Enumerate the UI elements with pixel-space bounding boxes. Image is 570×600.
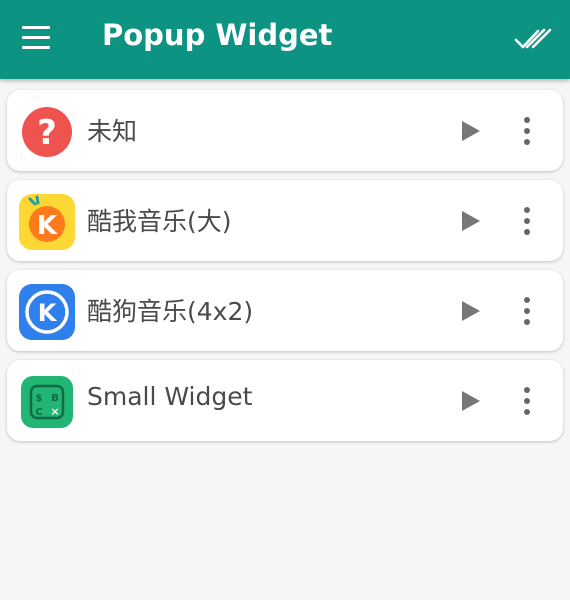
play-icon[interactable]: [458, 389, 482, 413]
more-vert-icon[interactable]: [516, 387, 538, 415]
widget-label: 酷我音乐(大): [87, 207, 232, 236]
widget-row[interactable]: K 酷狗音乐(4x2): [7, 270, 563, 351]
widget-row[interactable]: K 酷我音乐(大): [7, 180, 563, 261]
widget-label: 酷狗音乐(4x2): [87, 297, 254, 326]
more-vert-icon[interactable]: [516, 207, 538, 235]
play-icon[interactable]: [458, 119, 482, 143]
svg-text:$: $: [36, 393, 43, 404]
svg-text:K: K: [37, 211, 58, 241]
more-vert-icon[interactable]: [516, 297, 538, 325]
play-icon[interactable]: [458, 299, 482, 323]
svg-text:K: K: [38, 299, 58, 327]
svg-text:×: ×: [50, 405, 59, 418]
widget-row[interactable]: ? 未知: [7, 90, 563, 171]
widget-label: 未知: [87, 117, 138, 146]
more-vert-icon[interactable]: [516, 117, 538, 145]
widget-label: Small Widget: [87, 382, 253, 411]
svg-text:?: ?: [37, 113, 57, 153]
svg-text:C: C: [35, 407, 42, 418]
play-icon[interactable]: [458, 209, 482, 233]
small-widget-app-icon: $ B C ×: [18, 373, 76, 431]
widget-list: ? 未知 K 酷我音乐(大) K 酷狗音乐(4x2) $ B C × Small…: [0, 0, 570, 600]
kuwo-music-app-icon: K: [18, 193, 76, 251]
widget-row[interactable]: $ B C × Small Widget: [7, 360, 563, 441]
question-mark-icon: ?: [18, 103, 76, 161]
svg-text:B: B: [51, 393, 59, 404]
kugou-music-app-icon: K: [18, 283, 76, 341]
